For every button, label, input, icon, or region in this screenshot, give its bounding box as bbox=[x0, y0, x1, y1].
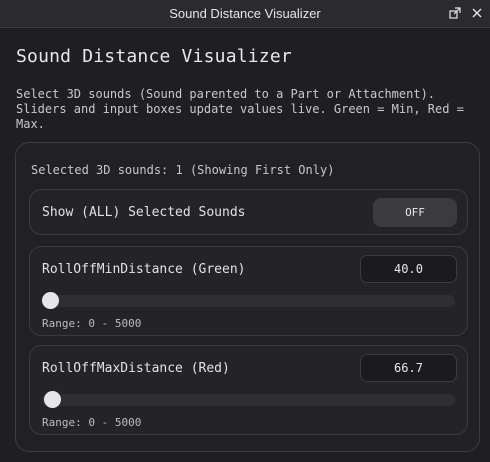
restore-icon[interactable] bbox=[448, 6, 462, 20]
max-distance-slider-thumb[interactable] bbox=[44, 391, 62, 408]
window-titlebar: Sound Distance Visualizer bbox=[0, 0, 490, 28]
min-range-text: Range: 0 - 5000 bbox=[42, 317, 142, 330]
window-title: Sound Distance Visualizer bbox=[169, 6, 321, 21]
settings-panel: Selected 3D sounds: 1 (Showing First Onl… bbox=[15, 142, 480, 452]
show-all-card: Show (ALL) Selected Sounds OFF bbox=[29, 189, 468, 235]
min-distance-label: RollOffMinDistance (Green) bbox=[42, 262, 246, 277]
close-icon[interactable] bbox=[470, 6, 484, 20]
min-distance-input[interactable]: 40.0 bbox=[360, 255, 457, 283]
titlebar-controls bbox=[448, 6, 484, 20]
max-distance-card: RollOffMaxDistance (Red) 66.7 Range: 0 -… bbox=[29, 345, 468, 435]
min-distance-slider-thumb[interactable] bbox=[42, 292, 60, 309]
show-all-toggle-button[interactable]: OFF bbox=[373, 198, 457, 227]
min-distance-slider[interactable] bbox=[42, 292, 455, 309]
min-distance-card: RollOffMinDistance (Green) 40.0 Range: 0… bbox=[29, 246, 468, 336]
plugin-content: Sound Distance Visualizer Select 3D soun… bbox=[0, 28, 490, 462]
max-distance-label: RollOffMaxDistance (Red) bbox=[42, 361, 230, 376]
description-text: Select 3D sounds (Sound parented to a Pa… bbox=[16, 87, 464, 131]
selected-count-text: Selected 3D sounds: 1 (Showing First Onl… bbox=[31, 163, 335, 177]
max-range-text: Range: 0 - 5000 bbox=[42, 416, 142, 429]
show-all-label: Show (ALL) Selected Sounds bbox=[42, 205, 246, 220]
max-distance-input[interactable]: 66.7 bbox=[360, 354, 457, 382]
max-distance-slider[interactable] bbox=[42, 391, 455, 408]
page-title: Sound Distance Visualizer bbox=[16, 46, 292, 67]
